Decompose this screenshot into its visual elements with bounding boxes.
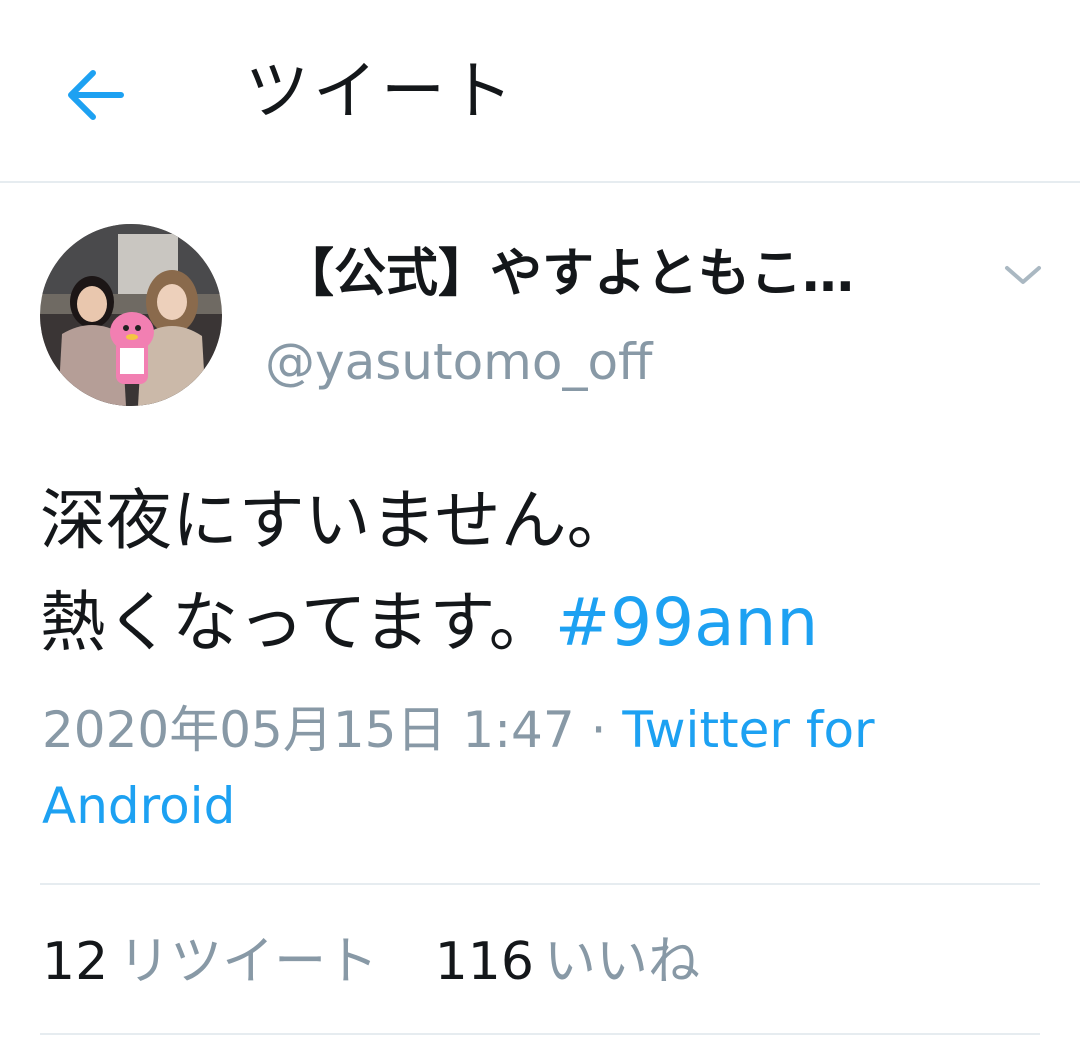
timestamp: 2020年05月15日 1:47 bbox=[42, 701, 575, 759]
tweet-menu-button[interactable] bbox=[998, 250, 1048, 300]
display-name[interactable]: 【公式】やすよともこ… bbox=[282, 238, 854, 310]
avatar[interactable] bbox=[40, 224, 222, 406]
tweet-stats: 12 リツイート 116 いいね bbox=[42, 922, 740, 1002]
chevron-down-icon bbox=[1005, 266, 1041, 284]
tweet-text-line: 熱くなってます。#99ann bbox=[40, 572, 1040, 674]
hashtag-link[interactable]: #99ann bbox=[555, 584, 818, 661]
likes-stat[interactable]: 116 いいね bbox=[435, 932, 700, 992]
tweet-text: 深夜にすいません。 熱くなってます。#99ann bbox=[40, 470, 1040, 674]
arrow-left-icon bbox=[68, 70, 124, 120]
tweet-meta: 2020年05月15日 1:47 · Twitter for Android bbox=[42, 692, 1042, 844]
retweets-count: 12 bbox=[42, 932, 109, 992]
divider bbox=[40, 1033, 1040, 1035]
likes-label: いいね bbox=[543, 932, 700, 992]
back-button[interactable] bbox=[50, 50, 140, 140]
retweets-label: リツイート bbox=[118, 932, 379, 992]
retweets-stat[interactable]: 12 リツイート bbox=[42, 932, 378, 992]
user-handle[interactable]: @yasutomo_off bbox=[265, 330, 653, 394]
tweet-text-line: 深夜にすいません。 bbox=[40, 482, 633, 559]
top-app-bar: ツイート bbox=[0, 0, 1080, 183]
tweet-text-part: 熱くなってます。 bbox=[40, 584, 555, 661]
divider bbox=[40, 883, 1040, 885]
page-title: ツイート bbox=[245, 55, 517, 129]
meta-separator: · bbox=[590, 701, 607, 759]
likes-count: 116 bbox=[434, 932, 534, 992]
profile-avatar bbox=[40, 224, 222, 406]
